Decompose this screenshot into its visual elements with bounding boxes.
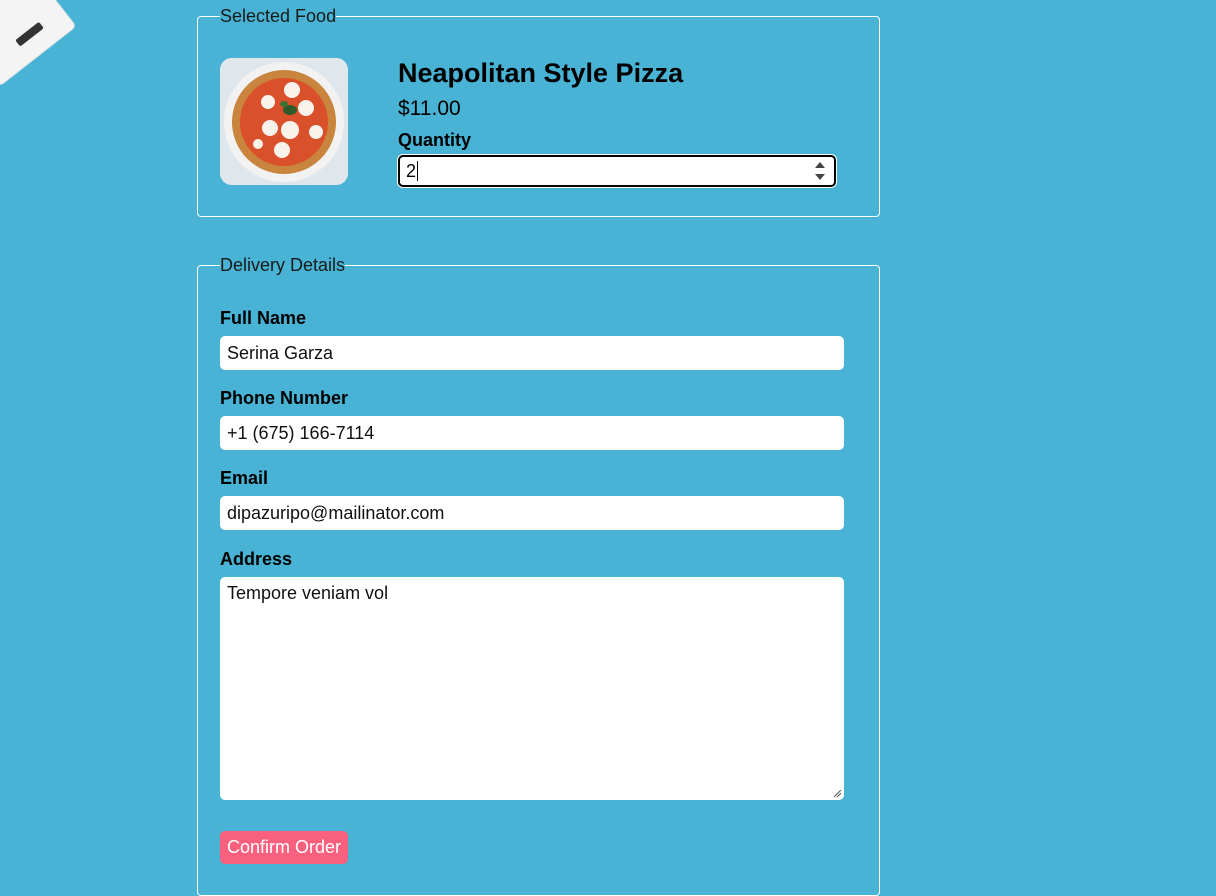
pizza-image	[220, 58, 348, 185]
full-name-group: Full Name Serina Garza	[220, 307, 844, 370]
selected-food-legend: Selected Food	[220, 6, 337, 26]
delivery-details-legend: Delivery Details	[220, 255, 346, 275]
quantity-label: Quantity	[398, 130, 472, 150]
quantity-value: 2	[406, 161, 417, 181]
food-details: Neapolitan Style Pizza $11.00 Quantity 2	[398, 57, 838, 187]
spinner-down-icon[interactable]	[815, 174, 825, 180]
address-value: Tempore veniam vol	[227, 583, 389, 603]
text-cursor	[417, 160, 419, 181]
spinner-up-icon[interactable]	[815, 162, 825, 168]
email-label: Email	[220, 468, 269, 488]
quantity-input[interactable]: 2	[398, 155, 836, 187]
selected-food-section: Selected Food Neapolitan Style Pizza $11…	[197, 7, 880, 217]
food-name: Neapolitan Style Pizza	[398, 58, 684, 88]
food-price: $11.00	[398, 97, 461, 120]
confirm-order-button[interactable]: Confirm Order	[220, 831, 349, 864]
address-group: Address Tempore veniam vol	[220, 548, 844, 800]
corner-decoration-image	[0, 0, 76, 86]
address-label: Address	[220, 549, 293, 569]
phone-label: Phone Number	[220, 388, 349, 408]
phone-group: Phone Number +1 (675) 166-7114	[220, 387, 844, 450]
resize-grip-icon[interactable]	[832, 788, 842, 798]
phone-input[interactable]: +1 (675) 166-7114	[220, 416, 844, 450]
quantity-spinner[interactable]	[814, 162, 826, 180]
full-name-input[interactable]: Serina Garza	[220, 336, 844, 370]
full-name-label: Full Name	[220, 308, 307, 328]
email-input[interactable]: dipazuripo@mailinator.com	[220, 496, 844, 530]
address-textarea[interactable]: Tempore veniam vol	[220, 577, 844, 800]
delivery-details-section: Delivery Details Full Name Serina Garza …	[197, 256, 880, 896]
email-group: Email dipazuripo@mailinator.com	[220, 467, 844, 530]
